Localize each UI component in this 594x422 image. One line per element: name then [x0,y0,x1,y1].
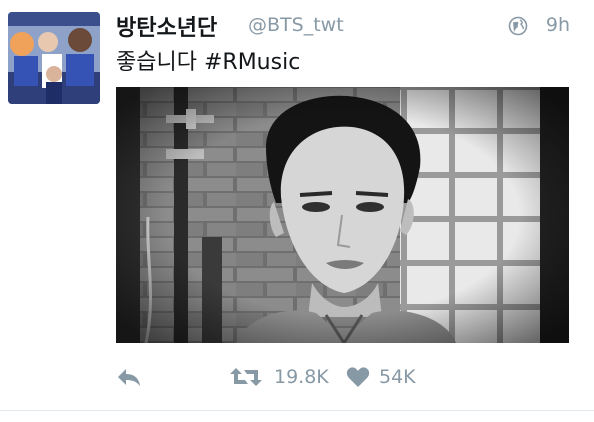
retweet-icon [230,368,262,386]
reply-icon [118,369,140,386]
tweet-header: 방탄소년단 @BTS_twt 9h [116,8,570,44]
hashtag-link[interactable]: #RMusic [204,50,300,75]
tweet-text: 좋습니다 #RMusic [116,44,300,76]
tweet-body: 좋습니다 [116,50,197,75]
avatar[interactable] [8,12,100,104]
user-handle[interactable]: @BTS_twt [248,14,344,36]
timestamp[interactable]: 9h [546,14,570,36]
retweet-button[interactable] [230,362,262,392]
tweet-photo[interactable] [116,87,569,343]
tweet-divider [0,410,594,411]
display-name[interactable]: 방탄소년단 [116,10,217,42]
like-count: 54K [379,366,416,388]
like-button[interactable] [346,362,370,392]
retweet-count: 19.8K [274,366,329,388]
globe-icon [508,16,528,36]
heart-icon [346,367,370,387]
tweet-actions: 19.8K 54K [116,362,574,392]
reply-button[interactable] [116,362,142,392]
